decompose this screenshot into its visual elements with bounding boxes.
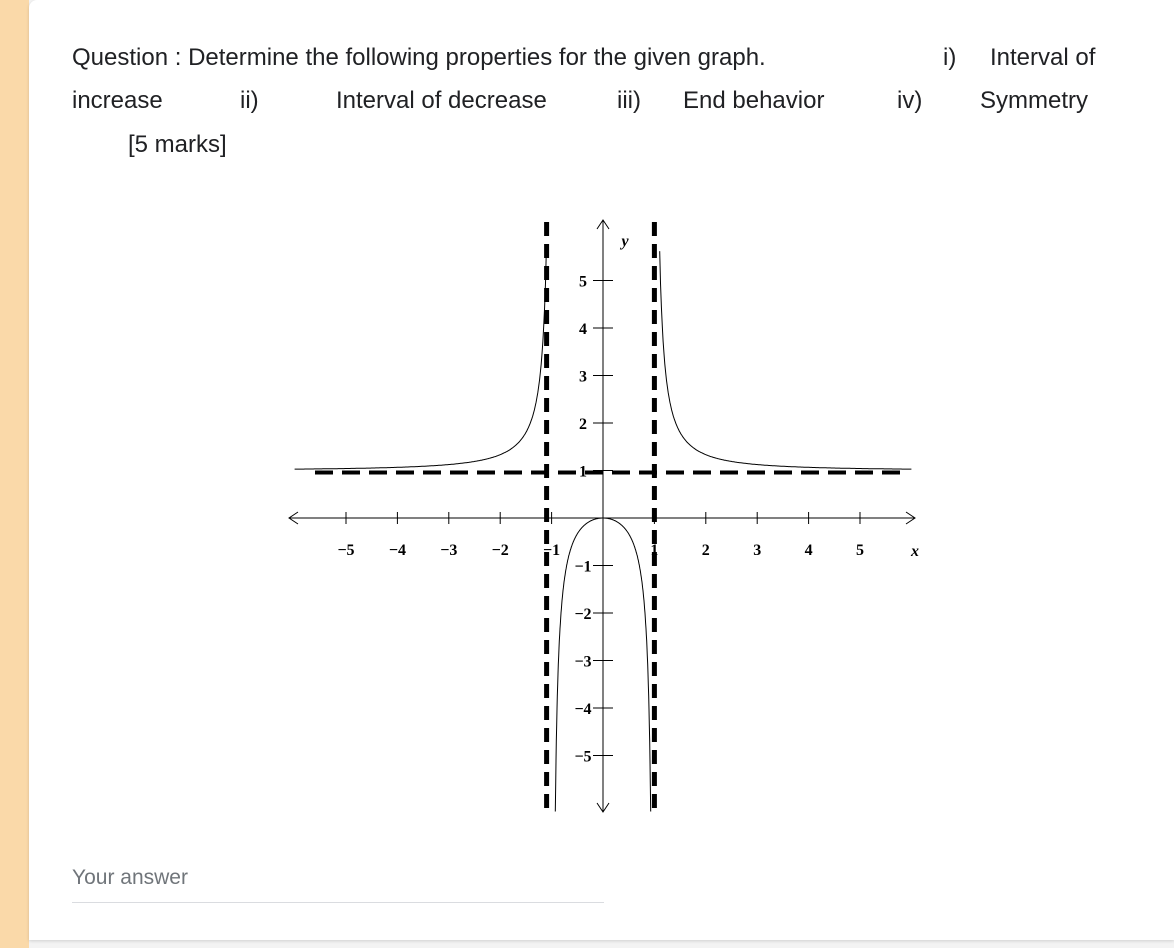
x-axis-label: x <box>910 543 919 560</box>
y-tick-label: −1 <box>574 559 591 576</box>
y-tick-label: 3 <box>579 369 587 386</box>
y-tick-label: −4 <box>574 701 591 718</box>
x-tick-label: −4 <box>389 542 406 559</box>
y-tick-label: 2 <box>579 416 587 433</box>
y-tick-label: −3 <box>574 654 591 671</box>
rational-function-graph: −5 −4 −3 −2 −1 1 2 3 4 5 5 4 3 2 1 −1 −2 −3 −4 −5 x y <box>288 219 919 815</box>
x-tick-label: 2 <box>702 542 710 559</box>
answer-input[interactable]: Your answer <box>72 866 188 890</box>
x-tick-label: 4 <box>805 542 813 559</box>
y-tick-label: 4 <box>579 321 587 338</box>
y-tick-label: −2 <box>574 606 591 623</box>
x-tick-label: −1 <box>543 542 560 559</box>
y-axis-label: y <box>619 233 629 250</box>
x-tick-label: 3 <box>753 542 761 559</box>
curve-right-branch <box>659 251 912 470</box>
x-tick-label: −2 <box>492 542 509 559</box>
curve-left-branch <box>294 251 547 470</box>
y-tick-label: −5 <box>574 749 591 766</box>
y-tick-label: 1 <box>579 464 587 481</box>
x-tick-label: 1 <box>650 542 658 559</box>
x-tick-label: −5 <box>337 542 354 559</box>
x-tick-label: 5 <box>856 542 864 559</box>
answer-input-underline[interactable] <box>72 902 604 903</box>
y-tick-label: 5 <box>579 274 587 291</box>
x-tick-label: −3 <box>440 542 457 559</box>
